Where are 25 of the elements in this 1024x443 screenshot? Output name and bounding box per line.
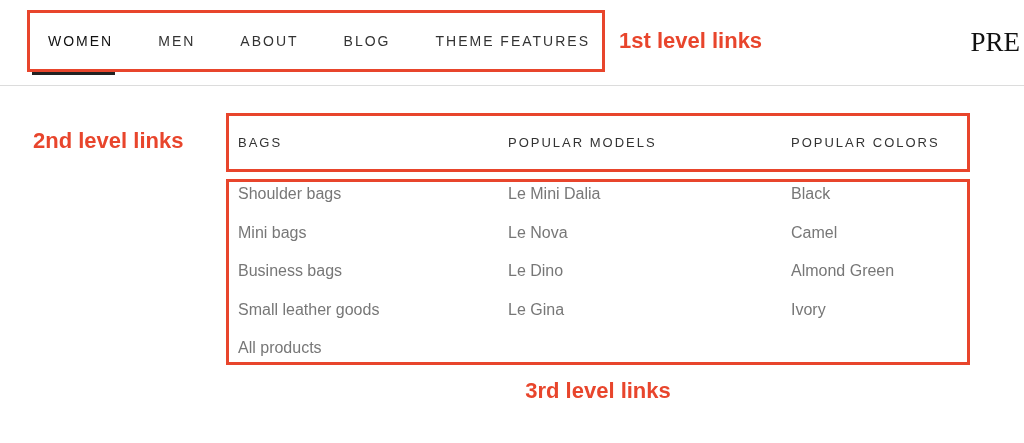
menu-heading-link[interactable]: BAGS [238,135,508,150]
menu-link[interactable]: Camel [791,221,838,244]
nav-tab[interactable]: MEN [158,33,196,49]
logo[interactable]: PRE [970,27,1024,58]
nav-tab[interactable]: THEME FEATURES [435,33,590,49]
nav-tab[interactable]: BLOG [343,33,391,49]
menu-link[interactable]: Small leather goods [238,298,380,321]
menu-link[interactable]: Le Nova [508,221,568,244]
menu-link[interactable]: All products [238,337,322,360]
menu-link[interactable]: Le Mini Dalia [508,183,601,205]
menu-link[interactable]: Mini bags [238,221,307,244]
menu-link[interactable]: Black [791,183,831,205]
annotation-label: 1st level links [619,28,763,54]
menu-link[interactable]: Ivory [791,298,826,321]
annotation-label: 2nd level links [33,128,185,155]
menu-heading-link[interactable]: POPULAR COLORS [791,135,967,150]
menu-link[interactable]: Le Gina [508,298,565,321]
menu-link[interactable]: Almond Green [791,260,895,283]
nav-tab[interactable]: WOMEN [48,33,114,49]
annotation-label: 3rd level links [524,378,672,404]
menu-link[interactable]: Shoulder bags [238,183,342,205]
menu-link[interactable]: Business bags [238,260,343,283]
menu-link[interactable]: Le Dino [508,260,564,283]
nav-tab[interactable]: ABOUT [240,33,299,49]
menu-heading-link[interactable]: POPULAR MODELS [508,135,791,150]
